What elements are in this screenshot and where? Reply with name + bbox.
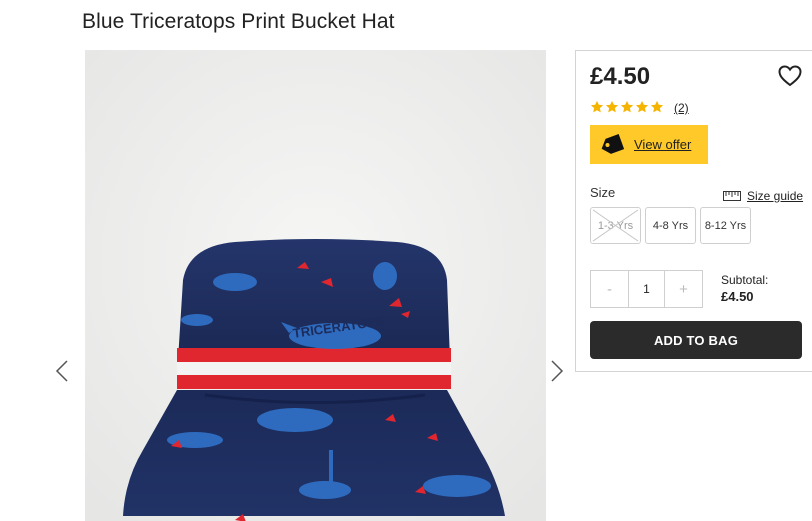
size-options: 1-3 Yrs 4-8 Yrs 8-12 Yrs xyxy=(590,207,751,244)
size-option-label: 8-12 Yrs xyxy=(704,219,747,232)
ruler-icon xyxy=(723,191,741,201)
quantity-increase-button[interactable]: + xyxy=(664,271,702,307)
size-guide-label: Size guide xyxy=(747,189,804,203)
product-title: Blue Triceratops Print Bucket Hat xyxy=(82,10,395,33)
view-offer-label: View offer xyxy=(634,137,692,152)
subtotal-value: £4.50 xyxy=(721,289,754,304)
product-image[interactable]: TRICERATOPS xyxy=(85,50,546,521)
star-icon xyxy=(650,100,664,113)
size-option-8-12-yrs[interactable]: 8-12 Yrs xyxy=(700,207,751,244)
size-option-label: 4-8 Yrs xyxy=(652,219,689,232)
size-guide-link[interactable]: Size guide xyxy=(723,189,803,203)
quantity-input[interactable] xyxy=(629,271,664,307)
next-image-button[interactable] xyxy=(547,356,567,386)
subtotal-label: Subtotal: xyxy=(721,273,769,287)
tag-icon xyxy=(601,133,624,154)
chevron-right-icon xyxy=(551,360,564,382)
star-icon xyxy=(620,100,634,113)
star-icon xyxy=(635,100,649,113)
product-price: £4.50 xyxy=(590,63,651,90)
heart-icon xyxy=(778,65,802,87)
quantity-decrease-button[interactable]: - xyxy=(591,271,629,307)
previous-image-button[interactable] xyxy=(52,356,72,386)
size-option-4-8-yrs[interactable]: 4-8 Yrs xyxy=(645,207,696,244)
size-option-1-3-yrs[interactable]: 1-3 Yrs xyxy=(590,207,641,244)
product-buy-panel: £4.50 (2) View offer Size Size guide 4-8… xyxy=(575,50,812,372)
chevron-left-icon xyxy=(55,360,68,382)
rating-stars xyxy=(590,100,664,114)
star-icon xyxy=(605,100,619,113)
wishlist-button[interactable] xyxy=(778,65,802,87)
size-label: Size xyxy=(590,185,616,200)
view-offer-button[interactable]: View offer xyxy=(590,125,708,164)
star-icon xyxy=(590,100,604,113)
reviews-count-link[interactable]: (2) xyxy=(674,101,689,115)
add-to-bag-button[interactable]: ADD TO BAG xyxy=(590,321,802,359)
unavailable-cross-icon xyxy=(592,209,639,242)
quantity-stepper: - + xyxy=(590,270,703,308)
